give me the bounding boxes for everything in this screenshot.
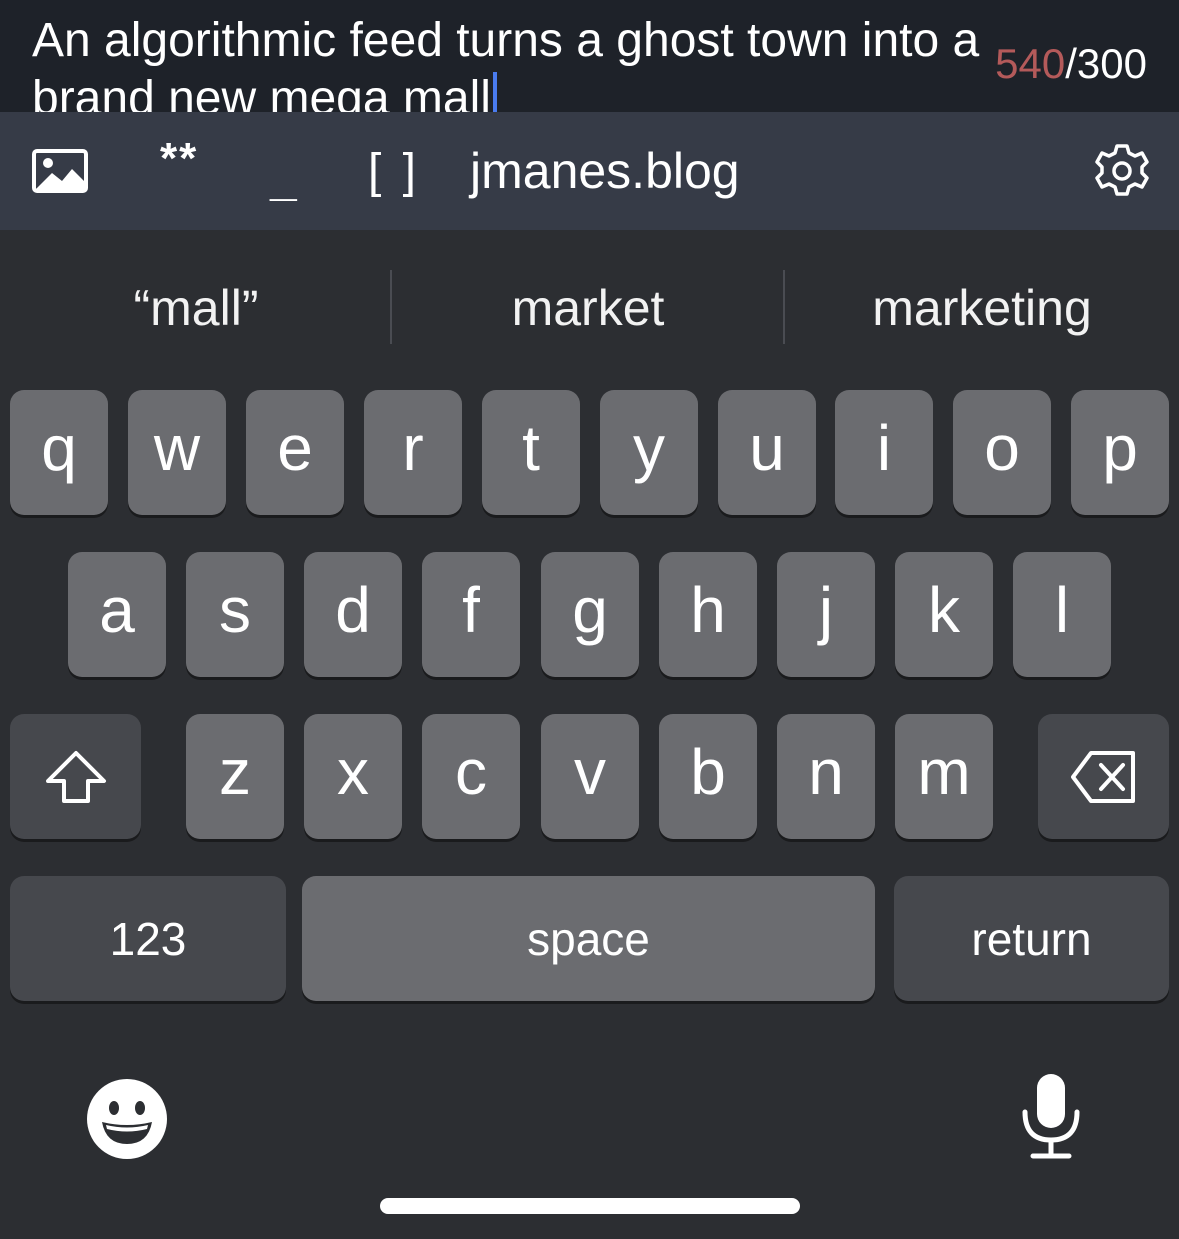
insert-image-button[interactable] xyxy=(32,112,88,230)
microphone-icon xyxy=(1022,1074,1080,1159)
key-d[interactable]: d xyxy=(304,552,402,677)
key-v[interactable]: v xyxy=(541,714,639,839)
key-p[interactable]: p xyxy=(1071,390,1169,515)
formatting-toolbar: ** _ [ ] jmanes.blog xyxy=(0,112,1179,230)
numbers-label: 123 xyxy=(109,912,187,965)
return-label: return xyxy=(971,912,1092,965)
bold-button[interactable]: ** xyxy=(160,100,198,218)
compose-area[interactable]: An algorithmic feed turns a ghost town i… xyxy=(0,0,1179,112)
key-label: h xyxy=(690,573,726,646)
key-label: t xyxy=(522,411,540,484)
key-label: x xyxy=(337,735,369,808)
key-l[interactable]: l xyxy=(1013,552,1111,677)
key-r[interactable]: r xyxy=(364,390,462,515)
key-o[interactable]: o xyxy=(953,390,1051,515)
return-key[interactable]: return xyxy=(894,876,1169,1001)
key-t[interactable]: t xyxy=(482,390,580,515)
key-label: d xyxy=(335,573,371,646)
emoji-button[interactable] xyxy=(86,1078,168,1165)
key-label: e xyxy=(277,411,313,484)
key-n[interactable]: n xyxy=(777,714,875,839)
compose-text-field[interactable]: An algorithmic feed turns a ghost town i… xyxy=(32,12,1092,112)
key-x[interactable]: x xyxy=(304,714,402,839)
key-w[interactable]: w xyxy=(128,390,226,515)
link-button[interactable]: [ ] xyxy=(368,112,420,230)
key-label: s xyxy=(219,573,251,646)
text-caret xyxy=(492,72,497,112)
suggestion-3[interactable]: marketing xyxy=(785,268,1179,348)
key-label: f xyxy=(462,573,480,646)
suggestion-2[interactable]: market xyxy=(392,268,784,348)
key-label: l xyxy=(1054,573,1070,646)
key-s[interactable]: s xyxy=(186,552,284,677)
italic-label: _ xyxy=(270,152,297,206)
key-label: j xyxy=(818,573,834,646)
character-count-max: /300 xyxy=(1065,40,1147,87)
blog-selector[interactable]: jmanes.blog xyxy=(470,112,740,230)
key-i[interactable]: i xyxy=(835,390,933,515)
shift-key[interactable] xyxy=(10,714,141,839)
key-j[interactable]: j xyxy=(777,552,875,677)
italic-button[interactable]: _ xyxy=(270,120,297,238)
key-f[interactable]: f xyxy=(422,552,520,677)
key-b[interactable]: b xyxy=(659,714,757,839)
emoji-icon xyxy=(87,1079,167,1159)
key-label: i xyxy=(876,411,892,484)
key-q[interactable]: q xyxy=(10,390,108,515)
key-label: z xyxy=(219,735,251,808)
key-label: y xyxy=(633,411,665,484)
suggestion-1[interactable]: “mall” xyxy=(0,268,392,348)
key-a[interactable]: a xyxy=(68,552,166,677)
keyboard: “mall” market marketing q w e r t y u i … xyxy=(0,230,1179,1239)
key-k[interactable]: k xyxy=(895,552,993,677)
key-z[interactable]: z xyxy=(186,714,284,839)
backspace-key[interactable] xyxy=(1038,714,1169,839)
key-y[interactable]: y xyxy=(600,390,698,515)
home-indicator[interactable] xyxy=(380,1198,800,1214)
key-label: q xyxy=(41,411,77,484)
settings-button[interactable] xyxy=(1093,112,1151,230)
backspace-icon xyxy=(1070,750,1135,803)
key-label: m xyxy=(917,735,971,808)
image-icon xyxy=(32,149,88,193)
key-label: p xyxy=(1102,411,1138,484)
key-label: r xyxy=(402,411,424,484)
key-label: v xyxy=(574,735,606,808)
key-label: u xyxy=(749,411,785,484)
link-label: [ ] xyxy=(368,144,421,198)
key-label: o xyxy=(984,411,1020,484)
suggestion-bar: “mall” market marketing xyxy=(0,230,1179,380)
key-u[interactable]: u xyxy=(718,390,816,515)
gear-icon xyxy=(1095,144,1149,196)
key-label: c xyxy=(455,735,487,808)
key-g[interactable]: g xyxy=(541,552,639,677)
key-c[interactable]: c xyxy=(422,714,520,839)
key-label: a xyxy=(99,573,135,646)
character-count-current: 540 xyxy=(995,40,1066,87)
numbers-key[interactable]: 123 xyxy=(10,876,286,1001)
compose-text: An algorithmic feed turns a ghost town i… xyxy=(32,14,980,112)
key-label: b xyxy=(690,735,726,808)
space-key[interactable]: space xyxy=(302,876,875,1001)
character-counter: 540/300 xyxy=(995,40,1147,88)
key-e[interactable]: e xyxy=(246,390,344,515)
key-label: k xyxy=(928,573,960,646)
key-label: g xyxy=(572,573,608,646)
key-h[interactable]: h xyxy=(659,552,757,677)
key-label: n xyxy=(808,735,844,808)
key-label: w xyxy=(153,411,201,484)
key-m[interactable]: m xyxy=(895,714,993,839)
blog-label: jmanes.blog xyxy=(470,143,740,199)
dictation-button[interactable] xyxy=(1018,1072,1084,1167)
shift-icon xyxy=(45,750,106,803)
bold-label: ** xyxy=(160,134,199,183)
space-label: space xyxy=(527,912,650,965)
